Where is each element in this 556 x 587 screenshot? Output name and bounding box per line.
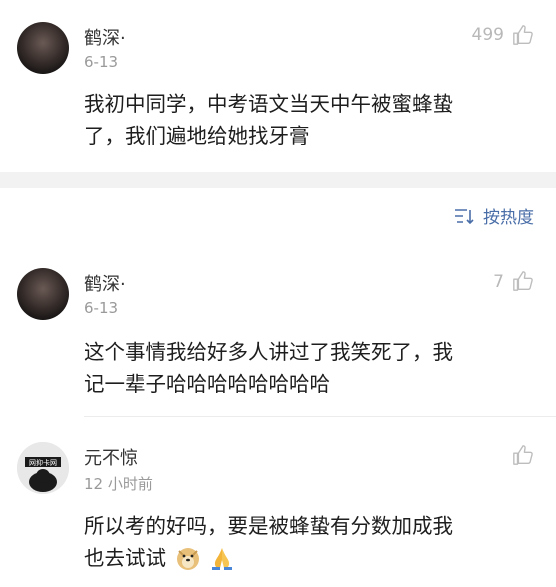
avatar[interactable] bbox=[17, 268, 69, 320]
comment-line: 记一辈子哈哈哈哈哈哈哈哈 bbox=[84, 372, 330, 396]
username[interactable]: 元不惊 bbox=[84, 444, 138, 470]
sort-toggle[interactable]: 按热度 bbox=[453, 203, 534, 228]
comment-text: 所以考的好吗，要是被蜂蛰有分数加成我 也去试试 bbox=[84, 510, 534, 574]
comment-line-text: 也去试试 bbox=[84, 546, 166, 570]
comment-line: 这个事情我给好多人讲过了我笑死了，我 bbox=[84, 340, 453, 364]
avatar[interactable] bbox=[17, 22, 69, 74]
username[interactable]: 鹤深· bbox=[84, 270, 126, 296]
avatar[interactable]: 网抑卡网 bbox=[17, 442, 69, 494]
divider bbox=[84, 416, 556, 417]
comment-line: 也去试试 bbox=[84, 542, 534, 574]
comment-3: 网抑卡网 元不惊 12 小时前 所以考的好吗，要是被蜂蛰有分数加成我 也去试试 bbox=[0, 430, 556, 587]
comment-line: 了，我们遍地给她找牙膏 bbox=[84, 124, 310, 148]
comment-text: 我初中同学，中考语文当天中午被蜜蜂蛰 了，我们遍地给她找牙膏 bbox=[84, 88, 534, 152]
sort-label: 按热度 bbox=[483, 208, 534, 228]
pray-emoji-icon bbox=[212, 548, 233, 570]
doge-emoji-icon bbox=[176, 548, 199, 570]
timestamp: 6-13 bbox=[84, 53, 119, 71]
comment-1: 鹤深· 6-13 499 我初中同学，中考语文当天中午被蜜蜂蛰 了，我们遍地给她… bbox=[0, 0, 556, 172]
timestamp: 6-13 bbox=[84, 299, 119, 317]
thumbs-up-icon[interactable] bbox=[512, 24, 534, 46]
section-separator bbox=[0, 172, 556, 188]
sort-icon bbox=[455, 208, 474, 224]
thumbs-up-icon[interactable] bbox=[512, 270, 534, 292]
like-count: 499 bbox=[471, 25, 504, 45]
thumbs-up-icon[interactable] bbox=[512, 444, 534, 466]
comment-2: 鹤深· 6-13 7 这个事情我给好多人讲过了我笑死了，我 记一辈子哈哈哈哈哈哈… bbox=[0, 260, 556, 420]
timestamp: 12 小时前 bbox=[84, 475, 153, 493]
avatar-image: 网抑卡网 bbox=[17, 442, 69, 494]
comment-line: 所以考的好吗，要是被蜂蛰有分数加成我 bbox=[84, 514, 453, 538]
username[interactable]: 鹤深· bbox=[84, 24, 126, 50]
comment-line: 我初中同学，中考语文当天中午被蜜蜂蛰 bbox=[84, 92, 453, 116]
like-count: 7 bbox=[493, 272, 504, 292]
avatar-badge-text: 网抑卡网 bbox=[29, 458, 57, 467]
comment-text: 这个事情我给好多人讲过了我笑死了，我 记一辈子哈哈哈哈哈哈哈哈 bbox=[84, 336, 534, 400]
